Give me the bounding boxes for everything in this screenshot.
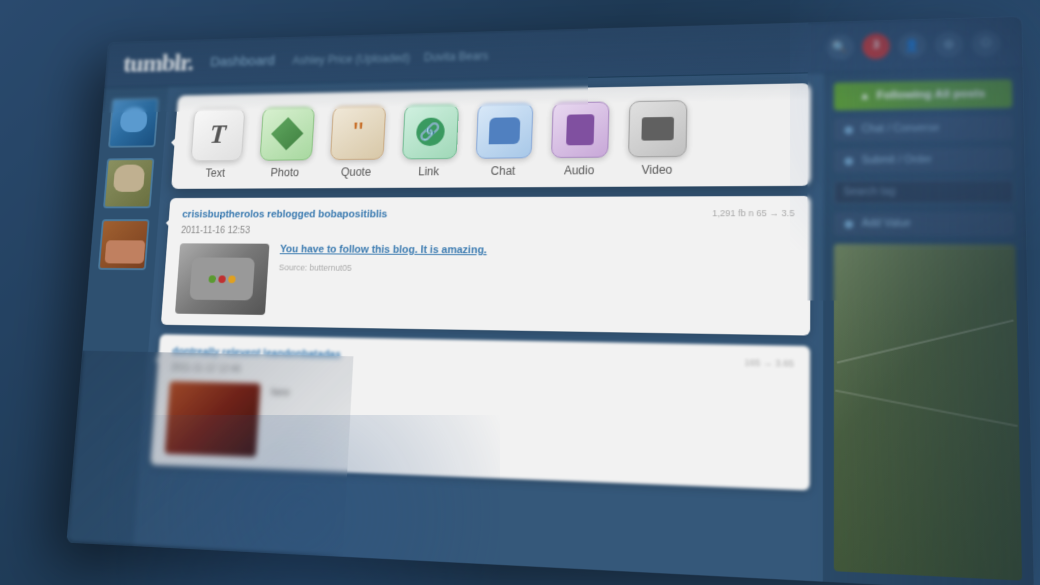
audio-icon <box>551 101 610 158</box>
person-icon[interactable]: 👤 <box>898 32 926 58</box>
app-logo: tumblr. <box>122 48 194 78</box>
post-text-1: You have to follow this blog. It is amaz… <box>276 244 795 323</box>
post-type-video[interactable]: Video <box>628 100 688 177</box>
quote-icon: " <box>330 105 386 160</box>
nav-icons: 🔍 3 👤 ⚙ ⏻ <box>827 30 1001 60</box>
post-text-2: here <box>267 384 794 477</box>
post-card-1: crisisbuptherolos reblogged bobapositibl… <box>161 196 811 336</box>
chat-icon <box>476 103 534 159</box>
link-icon: 🔗 <box>402 104 459 159</box>
photo-icon <box>260 107 315 161</box>
dot-icon-3 <box>845 220 854 228</box>
quote-label: Quote <box>341 165 372 178</box>
sidebar-option-label-1: Chat / Converse <box>862 123 940 135</box>
post-content-2: here <box>165 381 794 477</box>
link-label: Link <box>418 165 439 178</box>
video-icon <box>628 100 687 157</box>
dot-icon-2 <box>845 157 854 165</box>
search-tag-input[interactable]: Search tag <box>834 180 1015 204</box>
chat-label: Chat <box>491 164 516 178</box>
post-type-audio[interactable]: Audio <box>550 101 609 177</box>
notification-icon[interactable]: 3 <box>862 33 890 59</box>
post-user-1: crisisbuptherolos reblogged bobapositibl… <box>182 209 388 220</box>
sidebar-option-chat[interactable]: Chat / Converse <box>834 116 1013 142</box>
post-meta-2: 165 → 3.65 <box>744 357 794 371</box>
center-content: T Text Photo " Quote <box>133 73 823 582</box>
sidebar-map <box>834 244 1022 581</box>
screen-wrapper: tumblr. Dashboard Ashley Price (Uploaded… <box>0 0 1040 585</box>
post-type-quote[interactable]: " Quote <box>329 105 386 178</box>
map-line-1 <box>837 320 1014 364</box>
post-type-link[interactable]: 🔗 Link <box>401 104 459 178</box>
avatar-2[interactable] <box>103 158 154 208</box>
post-date-1: 2011-11-16 12:53 <box>181 226 795 238</box>
dashboard-container: tumblr. Dashboard Ashley Price (Uploaded… <box>67 17 1035 585</box>
post-header-1: crisisbuptherolos reblogged bobapositibl… <box>182 208 795 220</box>
post-type-chat[interactable]: Chat <box>475 103 534 178</box>
sidebar-option-submit[interactable]: Submit / Order <box>834 148 1014 173</box>
audio-label: Audio <box>564 163 595 177</box>
post-link-1[interactable]: You have to follow this blog. It is amaz… <box>280 244 795 258</box>
nav-link-2[interactable]: Duvita Bears <box>424 49 489 64</box>
post-image-1 <box>175 243 269 315</box>
dot-icon-1 <box>845 126 854 134</box>
sidebar-option-label-2: Submit / Order <box>862 155 932 167</box>
nav-link-1[interactable]: Ashley Price (Uploaded) <box>292 51 410 67</box>
post-user-2: dontreally relevent leandonbatadas <box>172 346 341 361</box>
post-source-1: Source: butternut05 <box>279 263 795 277</box>
sidebar-option-add[interactable]: Add Value <box>834 212 1015 236</box>
post-type-photo[interactable]: Photo <box>258 107 315 180</box>
nav-links: Ashley Price (Uploaded) Duvita Bears <box>292 40 826 66</box>
search-tag-placeholder: Search tag <box>844 186 896 197</box>
right-sidebar: Following All posts Chat / Converse Subm… <box>823 69 1034 585</box>
map-line-2 <box>835 389 1018 427</box>
video-label: Video <box>641 163 672 177</box>
post-type-text[interactable]: T Text <box>189 108 245 180</box>
text-icon: T <box>191 108 246 162</box>
post-desc-2: here <box>271 388 794 413</box>
post-meta-1: 1,291 fb n 65 → 3.5 <box>712 208 795 220</box>
post-card-2: dontreally relevent leandonbatadas 165 →… <box>150 334 810 490</box>
nav-title: Dashboard <box>210 53 275 70</box>
post-content-1: You have to follow this blog. It is amaz… <box>175 243 794 322</box>
main-area: T Text Photo " Quote <box>67 69 1035 585</box>
avatar-3[interactable] <box>98 219 150 270</box>
post-image-2 <box>165 381 261 457</box>
